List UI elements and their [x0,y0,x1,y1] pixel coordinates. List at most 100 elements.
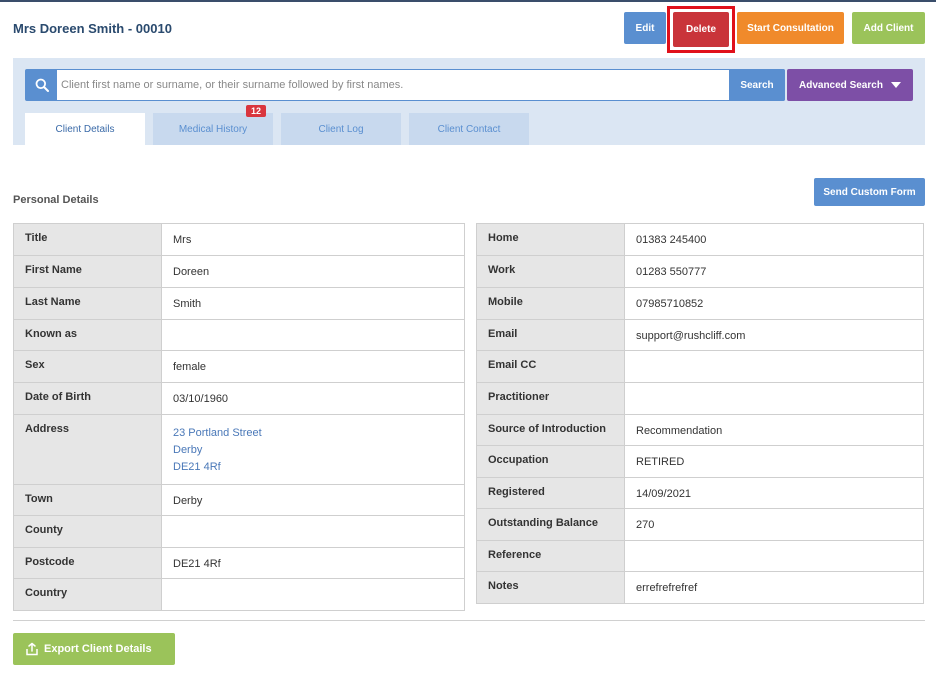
field-label: Source of Introduction [476,414,625,446]
table-row: Work 01283 550777 [476,255,924,288]
search-button[interactable]: Search [729,69,785,101]
field-value: 14/09/2021 [624,477,924,509]
field-label: Practitioner [476,382,625,415]
field-value: female [161,350,465,383]
tab-client-details[interactable]: Client Details [25,113,145,145]
table-row: Mobile 07985710852 [476,287,924,320]
table-row: Address 23 Portland Street Derby DE21 4R… [13,414,465,485]
field-value: Mrs [161,223,465,256]
field-value: RETIRED [624,445,924,478]
start-consultation-button[interactable]: Start Consultation [737,12,844,44]
field-value: 01383 245400 [624,223,924,256]
field-label: Postcode [13,547,162,579]
table-row: Title Mrs [13,223,465,256]
field-label: Occupation [476,445,625,478]
advanced-search-button[interactable]: Advanced Search [787,69,913,101]
page-title: Mrs Doreen Smith - 00010 [13,21,172,36]
field-label: Sex [13,350,162,383]
tab-client-log[interactable]: Client Log [281,113,401,145]
field-label: Registered [476,477,625,509]
address-line[interactable]: DE21 4Rf [173,459,453,476]
address-line[interactable]: Derby [173,442,453,459]
search-input[interactable] [61,70,726,100]
table-row: Country [13,578,465,611]
table-row: Email CC [476,350,924,383]
export-icon [25,642,39,656]
field-value: errefrefrefref [624,571,924,604]
send-custom-form-button[interactable]: Send Custom Form [814,178,925,206]
field-label: Country [13,578,162,611]
field-label: Reference [476,540,625,572]
table-row: Registered 14/09/2021 [476,477,924,509]
table-row: Practitioner [476,382,924,415]
delete-highlight: Delete [667,6,735,53]
field-label: Outstanding Balance [476,508,625,541]
field-value: Smith [161,287,465,320]
field-value: support@rushcliff.com [624,319,924,351]
field-value [161,515,465,548]
field-label: Town [13,484,162,516]
table-row: Last Name Smith [13,287,465,320]
field-value [624,350,924,383]
table-row: Known as [13,319,465,351]
search-box: Search [25,69,785,101]
field-label: Work [476,255,625,288]
field-value: Derby [161,484,465,516]
field-label: Mobile [476,287,625,320]
field-value: 270 [624,508,924,541]
chevron-down-icon [891,82,901,88]
section-title: Personal Details [13,194,99,206]
field-value [161,578,465,611]
table-row: County [13,515,465,548]
top-border [0,0,936,2]
field-label: Email CC [476,350,625,383]
search-panel: Search Advanced Search Client Details Me… [13,58,925,145]
field-label: Known as [13,319,162,351]
table-row: Email support@rushcliff.com [476,319,924,351]
field-label: Notes [476,571,625,604]
tab-client-contact[interactable]: Client Contact [409,113,529,145]
delete-button[interactable]: Delete [673,12,729,47]
address-line[interactable]: 23 Portland Street [173,425,453,442]
export-client-details-button[interactable]: Export Client Details [13,633,175,665]
field-value [161,319,465,351]
export-label: Export Client Details [44,643,152,655]
field-label: Date of Birth [13,382,162,415]
table-row: Notes errefrefrefref [476,571,924,604]
field-label: Address [13,414,162,485]
table-row: Occupation RETIRED [476,445,924,478]
field-value: DE21 4Rf [161,547,465,579]
field-label: Email [476,319,625,351]
field-value: 07985710852 [624,287,924,320]
contact-details-table: Home 01383 245400 Work 01283 550777 Mobi… [476,223,924,604]
table-row: Date of Birth 03/10/1960 [13,382,465,415]
field-value: 03/10/1960 [161,382,465,415]
tab-medical-history[interactable]: Medical History [153,113,273,145]
personal-details-table: Title Mrs First Name Doreen Last Name Sm… [13,223,465,611]
field-label: Title [13,223,162,256]
table-row: Town Derby [13,484,465,516]
field-label: First Name [13,255,162,288]
table-row: Postcode DE21 4Rf [13,547,465,579]
medical-history-count-badge: 12 [246,105,266,117]
table-row: Reference [476,540,924,572]
table-row: Sex female [13,350,465,383]
advanced-search-label: Advanced Search [799,79,883,91]
table-row: Outstanding Balance 270 [476,508,924,541]
edit-button[interactable]: Edit [624,12,666,44]
field-value: 01283 550777 [624,255,924,288]
add-client-button[interactable]: Add Client [852,12,925,44]
field-value [624,382,924,415]
section-divider [13,620,925,621]
field-value [624,540,924,572]
search-icon[interactable] [26,70,57,100]
field-label: Home [476,223,625,256]
field-value: Doreen [161,255,465,288]
address-value: 23 Portland Street Derby DE21 4Rf [161,414,465,485]
table-row: Home 01383 245400 [476,223,924,256]
field-label: Last Name [13,287,162,320]
table-row: Source of Introduction Recommendation [476,414,924,446]
field-value: Recommendation [624,414,924,446]
table-row: First Name Doreen [13,255,465,288]
field-label: County [13,515,162,548]
